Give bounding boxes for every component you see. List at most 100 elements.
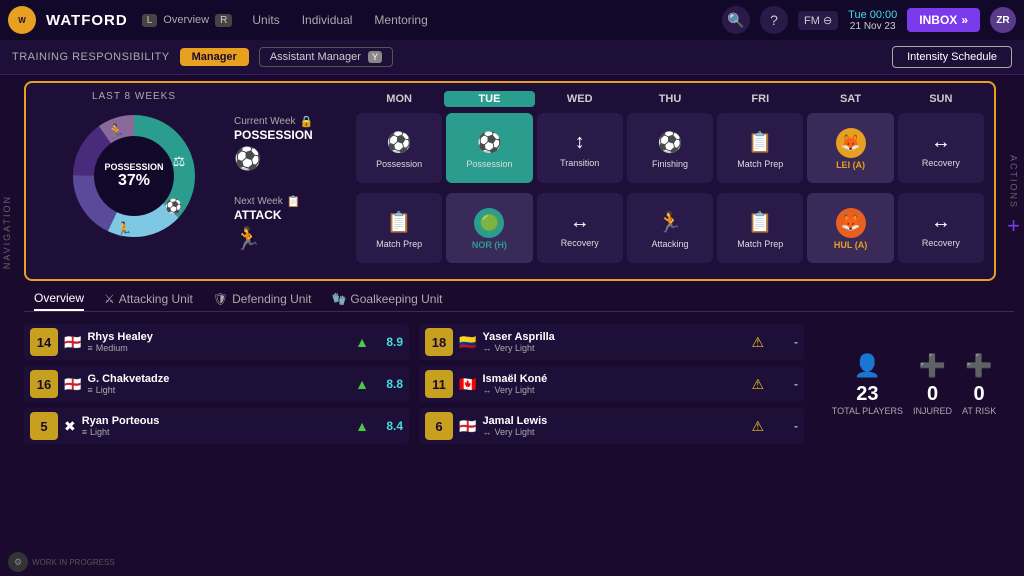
possession-ball-icon: ⚽: [234, 146, 346, 172]
day-headers: MON TUE WED THU FRI SAT SUN: [234, 91, 986, 107]
actions-label: ACTIONS: [1009, 155, 1019, 209]
injured-stat: ➕ 0 INJURED: [913, 353, 952, 416]
svg-text:⚖: ⚖: [173, 153, 186, 169]
next-week-row: Next Week 📋 ATTACK 🏃 📋 Match Prep 🟢 NOR …: [234, 191, 986, 265]
players-col-left: 14 🏴󠁧󠁢󠁥󠁮󠁧󠁿 Rhys Healey ≡ Medium ▲ 8.9 16…: [24, 324, 409, 444]
player-info: Yaser Asprilla ↔ Very Light: [482, 331, 745, 353]
nav-tab-mentoring[interactable]: Mentoring: [370, 11, 431, 29]
user-avatar[interactable]: ZR: [990, 7, 1016, 33]
total-players-label: TOTAL PLAYERS: [832, 406, 903, 416]
total-players-icon: 👤: [832, 353, 903, 379]
top-right: 🔍 ? FM ⊖ Tue 00:00 21 Nov 23 INBOX » ZR: [722, 6, 1016, 34]
at-risk-label: AT RISK: [962, 406, 996, 416]
current-sat-cell[interactable]: 🦊 LEI (A): [807, 113, 893, 183]
donut-center: POSSESSION 37%: [94, 136, 174, 216]
player-info: Rhys Healey ≡ Medium: [87, 331, 349, 353]
total-players-num: 23: [832, 383, 903, 406]
nav-overview[interactable]: Overview: [163, 14, 209, 26]
tab-overview[interactable]: Overview: [34, 291, 84, 311]
next-mon-cell[interactable]: 📋 Match Prep: [356, 193, 442, 263]
nav-tabs: Units Individual Mentoring: [248, 11, 431, 29]
player-info: Ryan Porteous ≡ Light: [82, 415, 349, 437]
lock-icon: 🔒: [300, 115, 314, 128]
list-item: 16 🏴󠁧󠁢󠁥󠁮󠁧󠁿 G. Chakvetadze ≡ Light ▲ 8.8: [24, 366, 409, 402]
tabs-row: Overview ⚔ Attacking Unit 🛡 Defending Un…: [24, 287, 1014, 312]
total-players-stat: 👤 23 TOTAL PLAYERS: [832, 353, 903, 416]
current-thu-cell[interactable]: ⚽ Finishing: [627, 113, 713, 183]
intensity-schedule-button[interactable]: Intensity Schedule: [892, 46, 1012, 68]
injured-icon: ➕: [913, 353, 952, 379]
nav-tab-units[interactable]: Units: [248, 11, 283, 29]
at-risk-icon: ➕: [962, 353, 996, 379]
day-header-thu: THU: [625, 91, 715, 107]
player-rating: 8.4: [375, 419, 403, 433]
day-header-sun: SUN: [896, 91, 986, 107]
inbox-button[interactable]: INBOX »: [907, 8, 980, 32]
at-risk-stat: ➕ 0 AT RISK: [962, 353, 996, 416]
injured-num: 0: [913, 383, 952, 406]
svg-text:🏃: 🏃: [115, 221, 132, 237]
day-header-tue: TUE: [444, 91, 534, 107]
current-week-info: Current Week 🔒 POSSESSION ⚽: [234, 111, 354, 176]
training-responsibility-bar: TRAINING RESPONSIBILITY Manager Assistan…: [0, 40, 1024, 75]
manager-button[interactable]: Manager: [180, 48, 249, 66]
next-fri-cell[interactable]: 📋 Match Prep: [717, 193, 803, 263]
squad-l-badge: L: [142, 14, 158, 27]
player-number: 18: [425, 328, 453, 356]
svg-text:⚽: ⚽: [164, 198, 182, 215]
player-number: 11: [425, 370, 453, 398]
trend-icon: ▲: [355, 418, 369, 434]
player-load: -: [770, 419, 798, 433]
players-col-right: 18 🇨🇴 Yaser Asprilla ↔ Very Light ⚠ - 11…: [419, 324, 804, 444]
last8-section: LAST 8 WEEKS 🏃 ⚖ ⚽: [34, 91, 234, 271]
current-mon-cell[interactable]: ⚽ Possession: [356, 113, 442, 183]
donut-container: 🏃 ⚖ ⚽ 🏃 POSSESSION 37%: [64, 106, 204, 246]
player-rating: 8.9: [375, 335, 403, 349]
current-sun-cell[interactable]: ↔ Recovery: [898, 113, 984, 183]
club-badge: W: [8, 6, 36, 34]
help-button[interactable]: ?: [760, 6, 788, 34]
player-info: G. Chakvetadze ≡ Light: [87, 373, 349, 395]
nav-tab-individual[interactable]: Individual: [298, 11, 357, 29]
main-content: NAVIGATION LAST 8 WEEKS: [0, 75, 1024, 456]
next-wed-cell[interactable]: ↔ Recovery: [537, 193, 623, 263]
player-number: 5: [30, 412, 58, 440]
trend-icon: ▲: [355, 334, 369, 350]
assistant-manager-button[interactable]: Assistant Manager Y: [259, 47, 393, 67]
tab-goalkeeping-unit[interactable]: 🧤 Goalkeeping Unit: [331, 291, 442, 311]
next-week-info: Next Week 📋 ATTACK 🏃: [234, 191, 354, 256]
tab-defending-unit[interactable]: 🛡 Defending Unit: [213, 291, 312, 311]
tr-label: TRAINING RESPONSIBILITY: [12, 51, 170, 63]
next-tue-cell[interactable]: 🟢 NOR (H): [446, 193, 532, 263]
warning-icon: ⚠: [751, 334, 764, 351]
warning-icon: ⚠: [751, 376, 764, 393]
work-in-progress: ⚙ WORK IN PROGRESS: [8, 552, 115, 572]
next-sat-cell[interactable]: 🦊 HUL (A): [807, 193, 893, 263]
copy-icon: 📋: [287, 195, 301, 208]
player-rating: 8.8: [375, 377, 403, 391]
player-number: 14: [30, 328, 58, 356]
player-load: -: [770, 377, 798, 391]
tab-attacking-unit[interactable]: ⚔ Attacking Unit: [104, 291, 193, 311]
player-load: -: [770, 335, 798, 349]
date-block: Tue 00:00 21 Nov 23: [848, 9, 897, 32]
nor-match-icon: 🟢: [474, 208, 504, 238]
squad-r-badge: R: [215, 14, 232, 27]
current-tue-cell[interactable]: ⚽ Possession: [446, 113, 532, 183]
at-risk-num: 0: [962, 383, 996, 406]
current-wed-cell[interactable]: ↕ Transition: [537, 113, 623, 183]
current-fri-cell[interactable]: 📋 Match Prep: [717, 113, 803, 183]
list-item: 6 🏴󠁧󠁢󠁥󠁮󠁧󠁿 Jamal Lewis ↔ Very Light ⚠ -: [419, 408, 804, 444]
warning-icon: ⚠: [751, 418, 764, 435]
lei-match-icon: 🦊: [836, 128, 866, 158]
search-button[interactable]: 🔍: [722, 6, 750, 34]
asst-key-badge: Y: [368, 51, 382, 63]
list-item: 14 🏴󠁧󠁢󠁥󠁮󠁧󠁿 Rhys Healey ≡ Medium ▲ 8.9: [24, 324, 409, 360]
player-number: 6: [425, 412, 453, 440]
attack-icon: 🏃: [234, 226, 346, 252]
schedule-box: LAST 8 WEEKS 🏃 ⚖ ⚽: [24, 81, 996, 281]
next-sun-cell[interactable]: ↔ Recovery: [898, 193, 984, 263]
next-thu-cell[interactable]: 🏃 Attacking: [627, 193, 713, 263]
trend-icon: ▲: [355, 376, 369, 392]
actions-plus-button[interactable]: +: [1007, 213, 1020, 239]
